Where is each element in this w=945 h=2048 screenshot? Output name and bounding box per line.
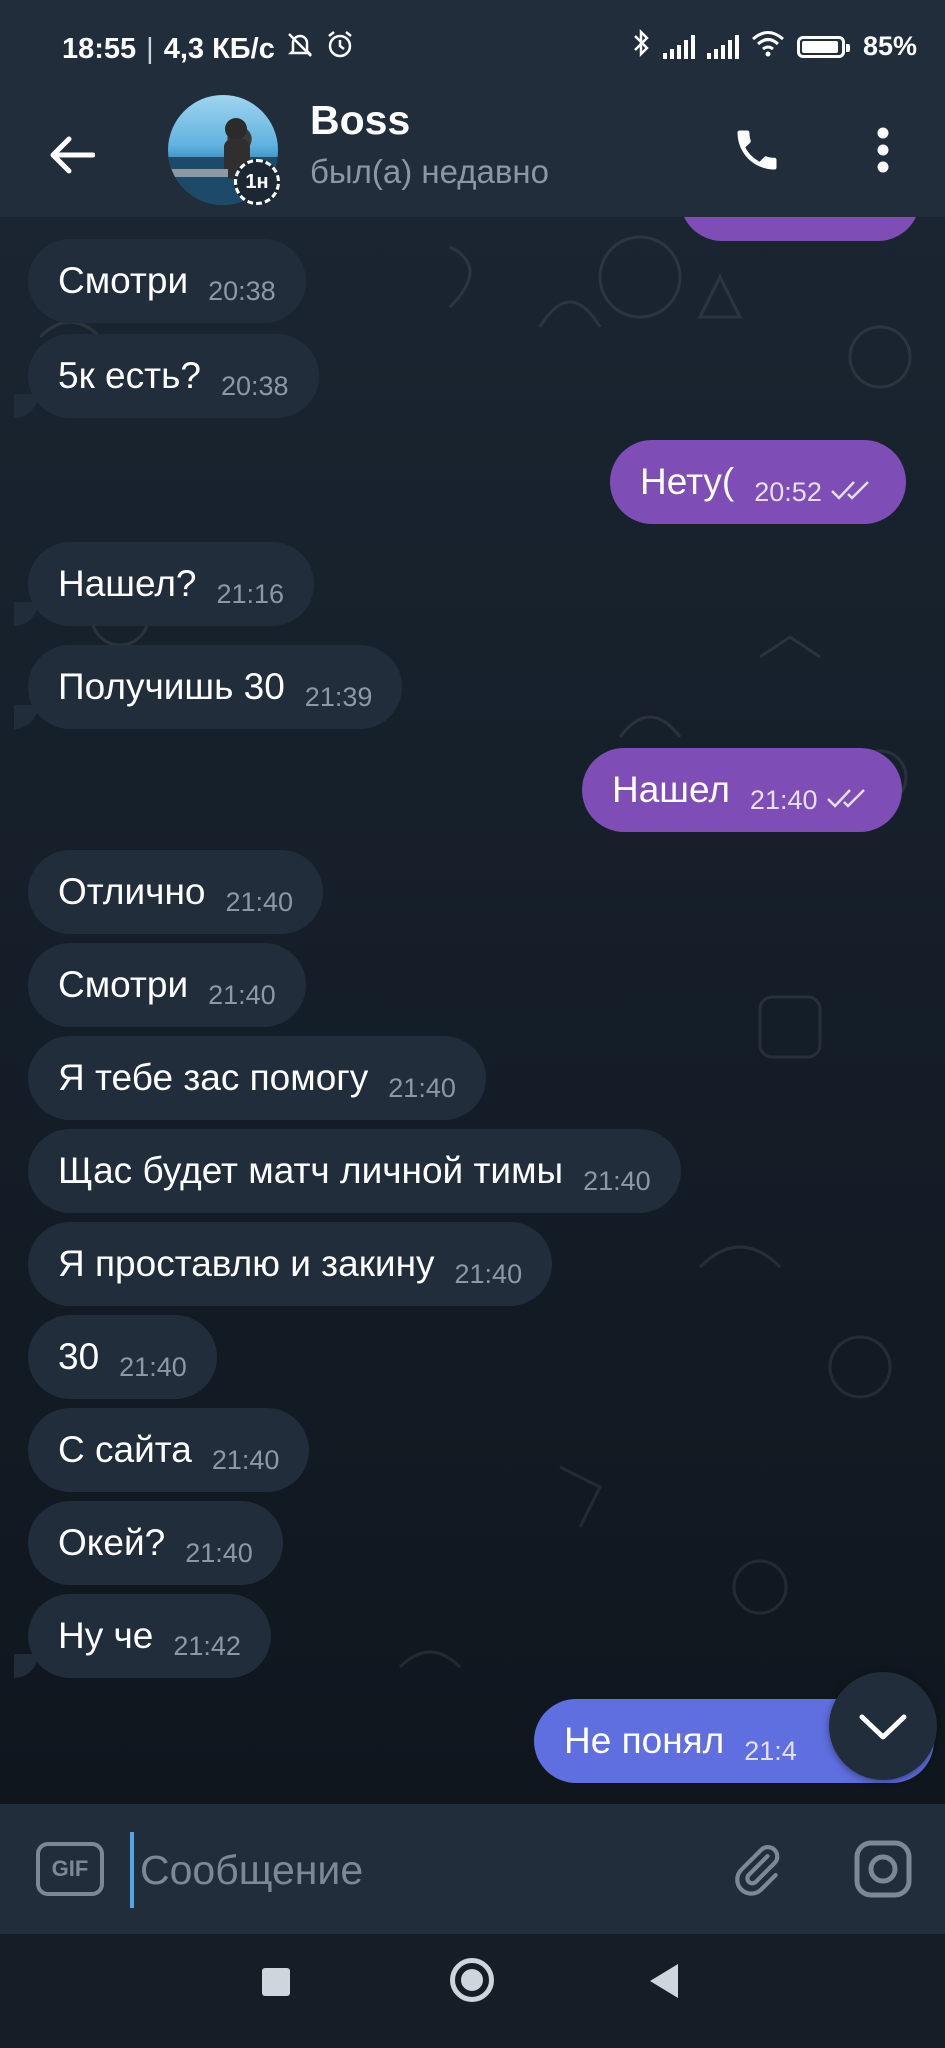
attach-button[interactable]: [722, 1834, 792, 1904]
message-time: 20:38: [208, 275, 276, 306]
message-text: С сайта: [58, 1429, 192, 1470]
message-time: 21:40: [583, 1165, 651, 1196]
chevron-down-icon: [859, 1714, 907, 1740]
double-check-icon: [826, 787, 872, 814]
message-bubble-incoming[interactable]: С сайта 21:40: [28, 1408, 310, 1492]
scroll-to-bottom-button[interactable]: [829, 1672, 937, 1780]
call-button[interactable]: [722, 115, 792, 185]
status-time: 18:55: [62, 32, 137, 65]
message-bubble-outgoing[interactable]: Нету( 20:52: [610, 440, 906, 524]
message-time: 20:52: [754, 476, 822, 507]
message-time: 20:38: [220, 370, 289, 401]
message-time: 21:40: [225, 886, 294, 917]
gif-button[interactable]: GIF: [36, 1842, 104, 1896]
message-time: 21:40: [211, 1444, 280, 1475]
bluetooth-icon: [631, 28, 651, 65]
paperclip-icon: [735, 1845, 780, 1896]
message-bubble-incoming[interactable]: Нашел? 21:16: [28, 542, 315, 626]
message-bubble-incoming[interactable]: Смотри 21:40: [28, 943, 306, 1027]
message-time: 21:40: [185, 1537, 253, 1568]
message-text: Нашел?: [58, 563, 197, 604]
message-bubble-incoming[interactable]: Смотри 20:38: [28, 239, 306, 323]
camera-icon: [854, 1840, 912, 1898]
battery-percent: 85%: [862, 31, 917, 61]
message-text: Смотри: [58, 260, 189, 301]
message-bubble-incoming[interactable]: Я проставлю и закину 21:40: [28, 1222, 553, 1306]
double-check-icon: [830, 479, 876, 506]
chat-title[interactable]: Boss: [310, 97, 410, 144]
battery-icon: [796, 35, 850, 58]
message-time: 21:40: [749, 784, 818, 815]
message-text: Я тебе зас помогу: [58, 1057, 369, 1098]
story-badge: 1н: [234, 159, 280, 205]
recents-button[interactable]: [262, 1968, 290, 1996]
home-button[interactable]: [450, 1958, 494, 2002]
message-text: Смотри: [58, 964, 189, 1005]
message-bubble-partial: [680, 217, 920, 241]
message-time: 21:40: [454, 1258, 523, 1289]
signal-icon-2: [706, 34, 739, 59]
status-left: 18:55 | 4,3 КБ/с: [62, 30, 355, 68]
message-text: 30: [58, 1336, 100, 1377]
message-time: 21:4: [744, 1735, 797, 1766]
message-text: Нету(: [640, 461, 735, 502]
alarm-icon: [325, 30, 355, 68]
message-bubble-outgoing[interactable]: Нашел 21:40: [582, 748, 902, 832]
message-list[interactable]: Смотри 20:38 5к есть? 20:38 Нету( 20:52 …: [0, 217, 945, 1804]
message-time: 21:40: [388, 1072, 456, 1103]
message-text: Нашел: [612, 769, 730, 810]
message-text: Щас будет матч личной тимы: [58, 1150, 564, 1191]
message-bubble-incoming[interactable]: 5к есть? 20:38: [28, 334, 319, 418]
mute-icon: [285, 30, 315, 68]
more-vertical-icon: [877, 127, 889, 173]
message-bubble-incoming[interactable]: Щас будет матч личной тимы 21:40: [28, 1129, 681, 1213]
network-speed: 4,3 КБ/с: [163, 32, 275, 65]
status-bar: 18:55 | 4,3 КБ/с 85%: [0, 0, 945, 95]
camera-button[interactable]: [846, 1834, 920, 1904]
message-bubble-incoming[interactable]: Отлично 21:40: [28, 850, 324, 934]
back-button[interactable]: [42, 125, 102, 185]
message-time: 21:40: [208, 979, 276, 1010]
message-text: Не понял: [564, 1720, 725, 1761]
message-time: 21:16: [216, 578, 285, 609]
message-text: Отлично: [58, 871, 206, 912]
signal-icon-1: [662, 34, 695, 59]
message-text: Окей?: [58, 1522, 166, 1563]
message-input[interactable]: [130, 1832, 722, 1908]
message-bubble-incoming[interactable]: Получишь 30 21:39: [28, 645, 403, 729]
message-bubble-incoming[interactable]: 30 21:40: [28, 1315, 217, 1399]
message-composer: GIF: [0, 1804, 945, 1934]
chat-header: 1н Boss был(а) недавно: [0, 95, 945, 217]
message-bubble-incoming[interactable]: Окей? 21:40: [28, 1501, 283, 1585]
message-bubble-incoming[interactable]: Я тебе зас помогу 21:40: [28, 1036, 486, 1120]
status-right: 85%: [631, 28, 917, 65]
message-time: 21:39: [304, 681, 373, 712]
back-arrow-icon: [50, 136, 95, 174]
message-text: 5к есть?: [58, 355, 201, 396]
message-time: 21:40: [119, 1351, 187, 1382]
message-bubble-incoming[interactable]: Ну че 21:42: [28, 1594, 271, 1678]
message-text: Ну че: [58, 1615, 154, 1656]
last-seen-status: был(а) недавно: [310, 153, 549, 190]
system-back-button[interactable]: [650, 1964, 678, 1998]
system-navigation-bar: [0, 1934, 945, 2048]
phone-icon: [737, 130, 777, 170]
message-text: Получишь 30: [58, 666, 285, 707]
more-menu-button[interactable]: [850, 115, 916, 185]
wifi-icon: [751, 29, 785, 64]
message-text: Я проставлю и закину: [58, 1243, 435, 1284]
message-time: 21:42: [173, 1630, 241, 1661]
